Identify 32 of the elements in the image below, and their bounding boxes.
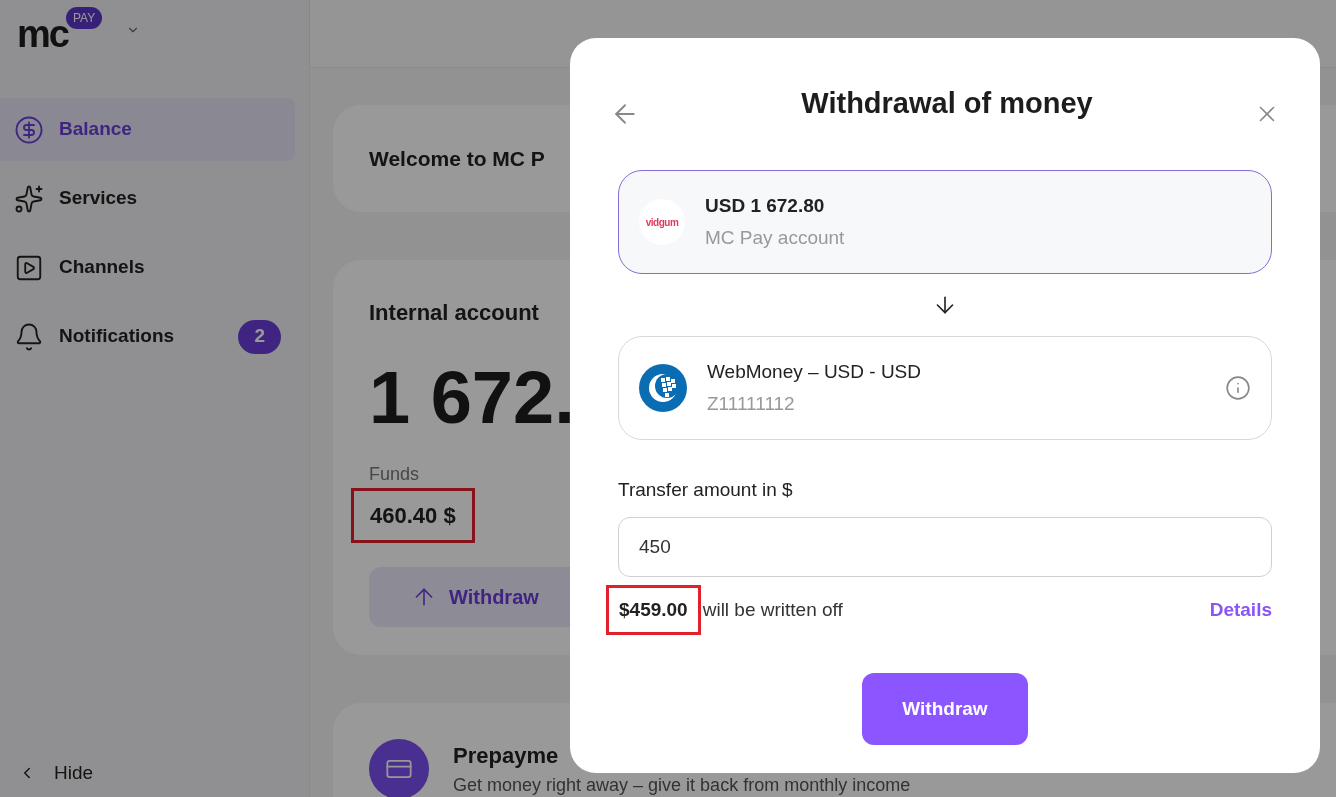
notification-count: 2 — [238, 319, 281, 354]
source-account-card[interactable]: vidgum USD 1 672.80 MC Pay account — [618, 170, 1272, 274]
prepayment-title: Prepayme — [453, 742, 560, 770]
welcome-title: Welcome to MC P — [369, 145, 545, 172]
withdraw-submit-button[interactable]: Withdraw — [862, 673, 1028, 745]
source-amount: USD 1 672.80 — [705, 193, 826, 218]
sidebar-item[interactable]: Balance — [0, 98, 295, 161]
written-off-amount: $459.00 — [606, 584, 701, 635]
globe-logo-icon — [639, 364, 687, 412]
dollar-circle-icon — [14, 114, 44, 145]
account-title: Internal account — [369, 299, 539, 327]
balance-amount: 1 672. — [369, 361, 575, 435]
dialog-title: Withdrawal of money — [801, 86, 1093, 122]
source-subtitle: MC Pay account — [705, 226, 845, 250]
funds-label: Funds — [369, 463, 421, 486]
written-off-text: will be written off — [702, 597, 844, 622]
destination-number: Z11111112 — [707, 392, 796, 416]
prepayment-text: Get money right away – give it back from monthly income — [453, 774, 911, 797]
destination-account-card[interactable]: WebMoney – USD - USD Z11111112 — [618, 336, 1272, 440]
bell-icon — [14, 321, 44, 352]
hide-button[interactable]: Hide — [0, 758, 309, 797]
sparkles-icon — [14, 183, 44, 214]
info-icon[interactable] — [1225, 375, 1251, 401]
vidgum-logo: vidgum — [639, 199, 685, 245]
amount-input[interactable]: 450 — [618, 516, 1272, 577]
sidebar-item[interactable]: Notifications 2 — [0, 305, 295, 368]
sidebar-item[interactable]: Channels — [0, 236, 295, 299]
destination-name: WebMoney – USD - USD — [707, 359, 922, 384]
sidebar-item[interactable]: Services — [0, 167, 295, 230]
details-link[interactable]: Details — [1209, 595, 1272, 624]
funds-value: 460.40 $ — [351, 488, 475, 543]
amount-label: Transfer amount in $ — [618, 478, 794, 502]
